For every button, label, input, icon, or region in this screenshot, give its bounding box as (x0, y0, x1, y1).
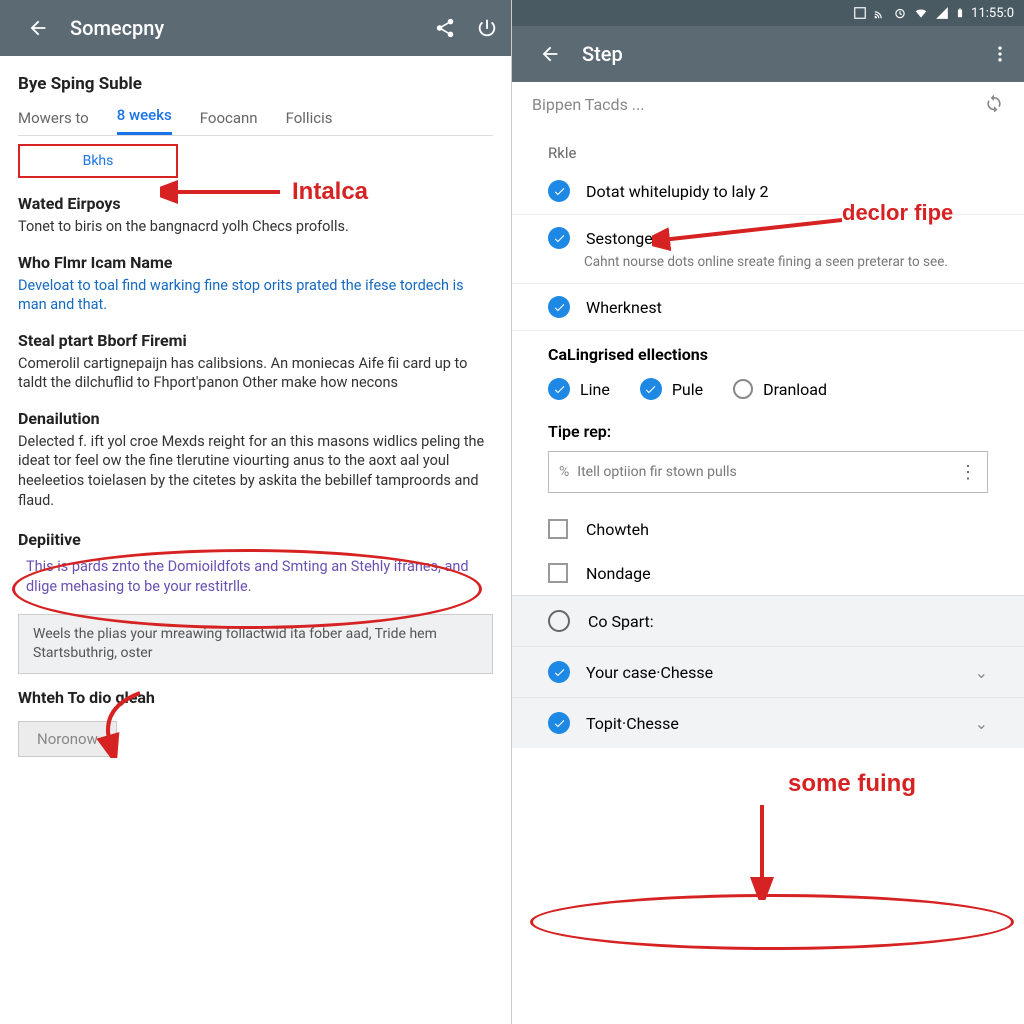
den-text: Delected f. ift yol croe Mexds reight fo… (18, 432, 493, 510)
check-icon (548, 378, 570, 400)
back-icon-right[interactable] (536, 40, 564, 68)
status-signal-icon (935, 6, 949, 20)
den-heading: Denailution (18, 409, 493, 428)
noronow-button[interactable]: Noronow (18, 721, 117, 757)
wated-heading: Wated Eirpoys (18, 194, 493, 213)
rule-label: Rkle (512, 126, 1024, 168)
tab-1[interactable]: 8 weeks (117, 106, 172, 135)
radio-icon (548, 610, 570, 632)
row-chowten-label: Chowteh (586, 520, 649, 539)
row-co-spart[interactable]: Co Spart: (512, 596, 1024, 646)
chevron-down-icon: ⌄ (975, 714, 988, 733)
check-icon (548, 180, 570, 202)
checkbox-icon (548, 519, 568, 539)
tipe-value: Itell optiion fir stown pulls (577, 464, 959, 480)
highlighted-tab-box: Bkhs (18, 144, 178, 178)
somefuing-arrow (732, 800, 792, 900)
tipe-label: Tipe rep: (512, 414, 1024, 447)
back-icon[interactable] (24, 14, 52, 42)
shaded-section: Co Spart: Your case·Chesse ⌄ Topit·Chess… (512, 595, 1024, 748)
search-row[interactable]: Bippen Tacds ... (512, 82, 1024, 126)
status-time: 11:55:0 (971, 6, 1014, 21)
checkbox-icon (548, 563, 568, 583)
steal-heading: Steal ptart Bborf Firemi (18, 331, 493, 350)
check-icon (640, 378, 662, 400)
cal-pule-label: Pule (672, 380, 703, 399)
row-your-case[interactable]: Your case·Chesse ⌄ (512, 646, 1024, 697)
refresh-icon[interactable] (984, 92, 1004, 116)
right-appbar: Step (512, 26, 1024, 82)
left-body: Bye Sping Suble Mowers to 8 weeks Foocan… (0, 56, 511, 757)
who-text[interactable]: Develoat to toal find warking fine stop … (18, 276, 493, 315)
row-dotat-label: Dotat whitelupidy to laly 2 (586, 182, 769, 201)
row-nondage-label: Nondage (586, 564, 651, 583)
row-topit-label: Topit·Chesse (586, 714, 959, 733)
cal-heading: CaLingrised ellections (512, 331, 1024, 372)
row-wherknest-label: Wherknest (586, 298, 662, 317)
radio-icon (733, 379, 753, 399)
row-wherknest[interactable]: Wherknest (512, 284, 1024, 331)
highlighted-tab-label: Bkhs (83, 153, 114, 169)
search-placeholder: Bippen Tacds ... (532, 95, 984, 114)
status-bar: 11:55:0 (512, 0, 1024, 26)
row-topit[interactable]: Topit·Chesse ⌄ (512, 697, 1024, 748)
tab-bar: Mowers to 8 weeks Foocann Follicis (18, 100, 493, 136)
right-pane: 11:55:0 Step Bippen Tacds ... Rkle Dotat… (512, 0, 1024, 1024)
dep-heading: Depiitive (18, 530, 493, 549)
share-icon[interactable] (431, 14, 459, 42)
power-icon[interactable] (473, 14, 501, 42)
check-icon (548, 661, 570, 683)
row-chowten[interactable]: Chowteh (512, 507, 1024, 551)
wated-text: Tonet to biris on the bangnacrd yolh Che… (18, 217, 493, 237)
status-cast-icon (873, 6, 887, 20)
percent-icon: % (559, 464, 569, 480)
row-your-case-label: Your case·Chesse (586, 663, 959, 682)
left-pane: Somecpny Bye Sping Suble Mowers to 8 wee… (0, 0, 512, 1024)
tipe-input[interactable]: % Itell optiion fir stown pulls ⋮ (548, 451, 988, 493)
input-overflow-icon[interactable]: ⋮ (959, 462, 977, 483)
cal-line-label: Line (580, 380, 610, 399)
chevron-down-icon: ⌄ (975, 663, 988, 682)
who-heading: Who Flmr Icam Name (18, 253, 493, 272)
left-title: Somecpny (70, 16, 164, 40)
row-sestonge-label: Sestonge (586, 229, 653, 248)
somefuing-label: some fuing (788, 770, 916, 798)
gray-note: Weels the plias your mreawing follactwid… (18, 614, 493, 674)
status-wifi-icon (913, 6, 929, 20)
row-sestonge-sub: Cahnt nourse dots online sreate fining a… (512, 253, 1024, 284)
row-dotat[interactable]: Dotat whitelupidy to laly 2 (512, 168, 1024, 215)
tab-0[interactable]: Mowers to (18, 109, 89, 135)
status-battery-icon (955, 5, 965, 21)
check-icon (548, 712, 570, 734)
yourcase-oval-annotation (530, 894, 1014, 950)
row-co-spart-label: Co Spart: (588, 612, 654, 631)
right-title: Step (582, 42, 623, 66)
status-alarm-icon (893, 6, 907, 20)
cal-row: Line Pule Dranload (512, 372, 1024, 414)
cal-line[interactable]: Line (548, 378, 610, 400)
whteh-heading: Whteh To dio gleah (18, 688, 493, 707)
left-appbar: Somecpny (0, 0, 511, 56)
check-icon (548, 296, 570, 318)
steal-text: Comerolil cartignepaijn has calibsions. … (18, 354, 493, 393)
check-icon (548, 227, 570, 249)
overflow-icon[interactable] (986, 40, 1014, 68)
cal-dranload-label: Dranload (763, 380, 827, 399)
status-square-icon (853, 6, 867, 20)
tab-2[interactable]: Foocann (200, 109, 258, 135)
tab-3[interactable]: Follicis (286, 109, 333, 135)
dep-text[interactable]: This is pards znto the Domioildfots and … (18, 553, 493, 600)
cal-dranload[interactable]: Dranload (733, 379, 827, 399)
cal-pule[interactable]: Pule (640, 378, 703, 400)
row-nondage[interactable]: Nondage (512, 551, 1024, 595)
page-heading: Bye Sping Suble (18, 74, 493, 94)
